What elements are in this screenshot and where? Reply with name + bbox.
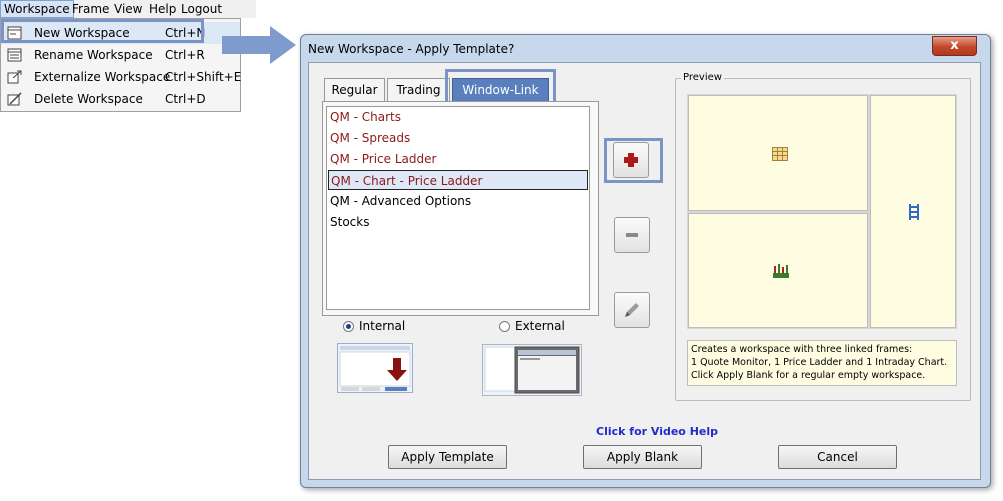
list-item[interactable]: QM - Advanced Options xyxy=(328,191,588,211)
preview-description-line: Click Apply Blank for a regular empty wo… xyxy=(691,370,926,381)
menu-item-shortcut: Ctrl+Shift+E xyxy=(165,70,242,84)
tab-trading[interactable]: Trading xyxy=(387,78,450,102)
preview-label: Preview xyxy=(681,72,724,83)
preview-intraday-chart-pane xyxy=(688,213,868,328)
quote-monitor-icon xyxy=(772,147,788,161)
apply-template-button[interactable]: Apply Template xyxy=(388,445,507,469)
internal-label: Internal xyxy=(359,319,406,333)
chart-icon xyxy=(773,264,789,278)
remove-template-button[interactable] xyxy=(614,217,650,253)
menu-item-rename-workspace[interactable]: Rename Workspace Ctrl+R xyxy=(1,44,240,66)
pencil-icon xyxy=(625,303,639,317)
menu-item-externalize-workspace[interactable]: Externalize Workspace Ctrl+Shift+E xyxy=(1,66,242,88)
menu-logout[interactable]: Logout xyxy=(178,1,225,17)
menu-frame[interactable]: Frame xyxy=(69,1,112,17)
arrow-right-icon xyxy=(222,26,296,64)
external-radio[interactable] xyxy=(499,321,510,332)
externalize-workspace-icon xyxy=(7,70,22,84)
preview-description-line: Creates a workspace with three linked fr… xyxy=(691,344,913,355)
minus-icon xyxy=(626,233,638,237)
menu-item-label: Delete Workspace xyxy=(34,92,143,106)
external-preview-thumbnail[interactable] xyxy=(482,344,582,396)
menu-item-label: Rename Workspace xyxy=(34,48,153,62)
external-label: External xyxy=(515,319,565,333)
rename-workspace-icon xyxy=(7,48,22,62)
menu-item-delete-workspace[interactable]: Delete Workspace Ctrl+D xyxy=(1,88,240,110)
highlight-add-button xyxy=(604,138,663,183)
internal-preview-thumbnail[interactable] xyxy=(337,343,413,393)
menu-item-shortcut: Ctrl+D xyxy=(165,92,206,106)
menu-bar: Workspace Frame View Help Logout xyxy=(0,0,256,18)
list-item-selected[interactable]: QM - Chart - Price Ladder xyxy=(328,170,588,190)
dialog-title: New Workspace - Apply Template? xyxy=(308,42,515,56)
menu-help[interactable]: Help xyxy=(146,1,179,17)
price-ladder-icon xyxy=(909,204,919,220)
delete-workspace-icon xyxy=(7,92,22,106)
menu-item-label: Externalize Workspace xyxy=(34,70,171,84)
highlight-new-workspace xyxy=(1,19,204,43)
video-help-link[interactable]: Click for Video Help xyxy=(596,425,718,438)
close-icon: x xyxy=(950,38,959,53)
close-button[interactable]: x xyxy=(932,36,977,56)
preview-description: Creates a workspace with three linked fr… xyxy=(687,340,957,386)
preview-description-line: 1 Quote Monitor, 1 Price Ladder and 1 In… xyxy=(691,357,948,368)
menu-view[interactable]: View xyxy=(111,1,145,17)
cancel-button[interactable]: Cancel xyxy=(778,445,897,469)
internal-radio[interactable] xyxy=(343,321,354,332)
list-item[interactable]: Stocks xyxy=(328,212,588,232)
list-item[interactable]: QM - Charts xyxy=(328,107,588,127)
menu-workspace[interactable]: Workspace xyxy=(0,0,74,18)
preview-price-ladder-pane xyxy=(870,95,956,328)
preview-quote-monitor-pane xyxy=(688,95,868,211)
list-item[interactable]: QM - Price Ladder xyxy=(328,149,588,169)
apply-blank-button[interactable]: Apply Blank xyxy=(583,445,702,469)
preview-area xyxy=(687,94,957,329)
list-item[interactable]: QM - Spreads xyxy=(328,128,588,148)
menu-item-shortcut: Ctrl+R xyxy=(165,48,205,62)
edit-template-button[interactable] xyxy=(614,292,650,328)
tab-regular[interactable]: Regular xyxy=(324,78,385,102)
